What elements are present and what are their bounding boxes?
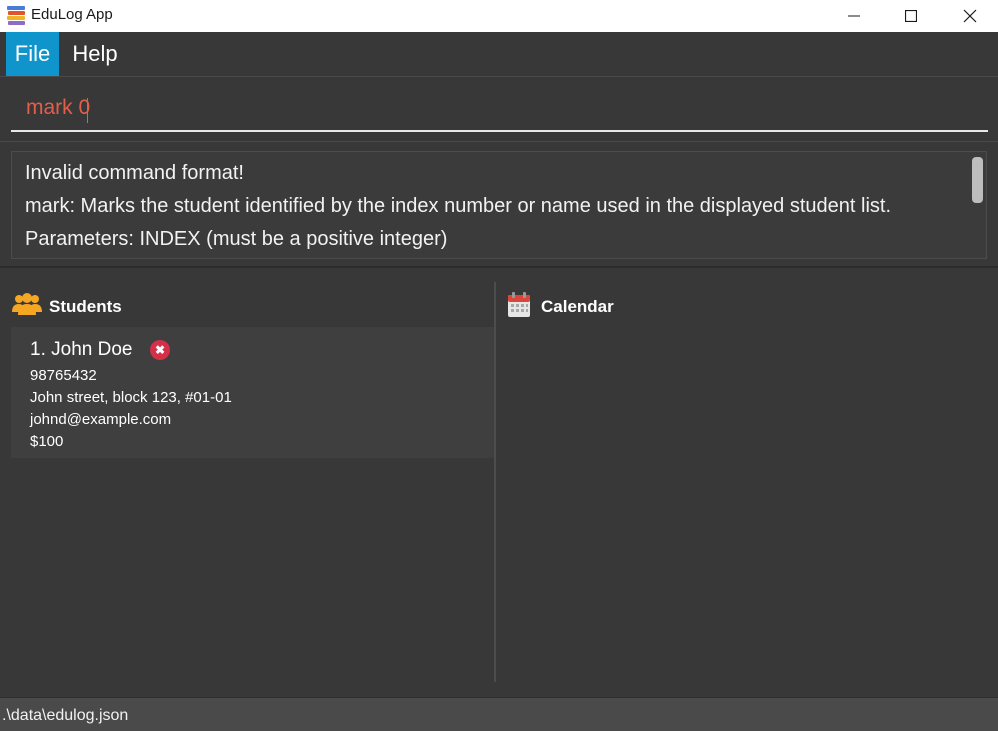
section-divider bbox=[0, 266, 998, 268]
text-caret bbox=[87, 98, 88, 123]
calendar-panel-title: Calendar bbox=[541, 297, 614, 316]
panel-divider bbox=[494, 282, 496, 682]
result-line: Invalid command format! bbox=[25, 162, 244, 184]
minimize-button[interactable] bbox=[829, 0, 879, 32]
maximize-icon bbox=[905, 10, 917, 22]
student-address: John street, block 123, #01-01 bbox=[30, 389, 232, 406]
close-button[interactable] bbox=[945, 0, 995, 32]
result-scrollbar[interactable] bbox=[972, 157, 983, 203]
result-line: mark: Marks the student identified by th… bbox=[25, 195, 892, 217]
maximize-button[interactable] bbox=[886, 0, 936, 32]
result-line: Parameters: INDEX (must be a positive in… bbox=[25, 228, 448, 250]
student-name: 1. John Doe bbox=[30, 339, 133, 360]
data-file-path: .\data\edulog.json bbox=[2, 707, 129, 724]
students-panel-title: Students bbox=[49, 297, 122, 316]
student-phone: 98765432 bbox=[30, 367, 97, 384]
calendar-icon bbox=[507, 292, 531, 323]
people-icon bbox=[12, 292, 42, 321]
result-display[interactable]: Invalid command format! mark: Marks the … bbox=[11, 151, 987, 259]
books-app-icon bbox=[6, 4, 26, 26]
cross-circle-icon: ✖ bbox=[150, 340, 170, 360]
minimize-icon bbox=[848, 15, 860, 17]
close-icon bbox=[963, 9, 977, 23]
command-input[interactable] bbox=[11, 86, 988, 132]
menu-file[interactable]: File bbox=[6, 32, 59, 76]
student-card[interactable]: 1. John Doe ✖ 98765432 John street, bloc… bbox=[11, 327, 494, 458]
menu-bar: File Help bbox=[0, 32, 998, 77]
menu-help[interactable]: Help bbox=[64, 32, 126, 76]
window-title: EduLog App bbox=[31, 6, 113, 23]
status-bar: .\data\edulog.json bbox=[0, 697, 998, 731]
title-bar: EduLog App bbox=[0, 0, 998, 32]
student-email: johnd@example.com bbox=[30, 411, 172, 428]
student-fee: $100 bbox=[30, 433, 64, 450]
